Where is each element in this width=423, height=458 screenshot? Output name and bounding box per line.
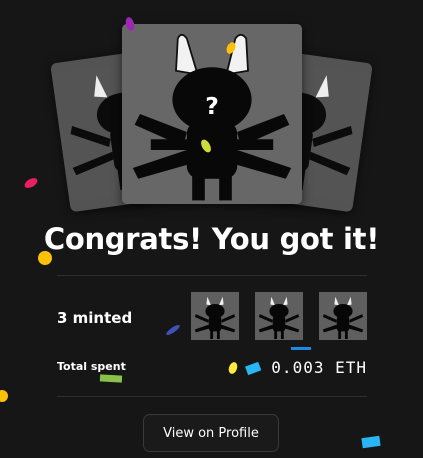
- confetti-piece: [166, 324, 180, 336]
- divider: [57, 396, 367, 397]
- minted-count-label: 3 minted: [57, 309, 133, 327]
- creature-art: [319, 292, 367, 340]
- confetti-piece: [228, 362, 238, 374]
- confetti-piece: [24, 178, 38, 188]
- creature-art: ?: [122, 24, 302, 204]
- divider: [57, 275, 367, 276]
- minted-thumbnail: [319, 292, 367, 340]
- confetti-piece: [361, 435, 381, 449]
- confetti-piece: [291, 347, 311, 350]
- confetti-piece: [245, 361, 262, 376]
- view-on-profile-button[interactable]: View on Profile: [143, 414, 279, 452]
- minted-thumbnail: [255, 292, 303, 340]
- nft-card-featured: ?: [122, 24, 302, 204]
- total-spent-value: 0.003 ETH: [271, 358, 367, 377]
- confetti-piece: [99, 374, 123, 383]
- mint-success-modal: ? Congrats! You got it! 3 minted Total s…: [0, 0, 423, 458]
- confetti-piece: [0, 390, 8, 402]
- minted-thumbnail: [191, 292, 239, 340]
- congrats-heading: Congrats! You got it!: [43, 222, 380, 256]
- creature-art: [191, 292, 239, 340]
- mystery-glyph: ?: [205, 92, 219, 120]
- total-spent-label: Total spent: [57, 360, 126, 373]
- creature-art: [255, 292, 303, 340]
